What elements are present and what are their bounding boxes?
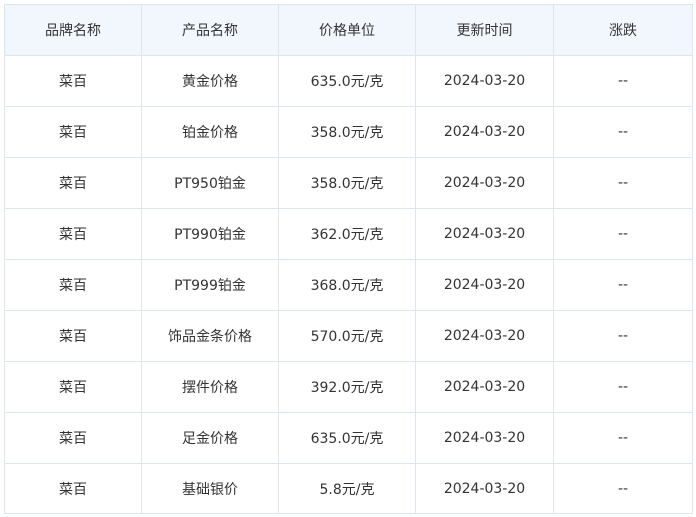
cell-product: 铂金价格: [141, 106, 279, 158]
cell-product: PT990铂金: [141, 208, 279, 260]
cell-date: 2024-03-20: [415, 259, 554, 311]
cell-change: --: [553, 310, 693, 362]
cell-date: 2024-03-20: [415, 157, 554, 209]
cell-change: --: [553, 157, 693, 209]
cell-brand: 菜百: [4, 55, 142, 107]
cell-price: 362.0元/克: [278, 208, 416, 260]
header-product: 产品名称: [141, 4, 279, 56]
cell-brand: 菜百: [4, 463, 142, 514]
cell-change: --: [553, 412, 693, 464]
cell-brand: 菜百: [4, 157, 142, 209]
header-brand: 品牌名称: [4, 4, 142, 56]
cell-date: 2024-03-20: [415, 310, 554, 362]
table-row: 菜百 黄金价格 635.0元/克 2024-03-20 --: [4, 55, 693, 107]
header-update-time: 更新时间: [415, 4, 554, 56]
cell-brand: 菜百: [4, 412, 142, 464]
table-row: 菜百 铂金价格 358.0元/克 2024-03-20 --: [4, 106, 693, 158]
table-row: 菜百 基础银价 5.8元/克 2024-03-20 --: [4, 463, 693, 514]
cell-brand: 菜百: [4, 361, 142, 413]
cell-date: 2024-03-20: [415, 208, 554, 260]
cell-date: 2024-03-20: [415, 55, 554, 107]
cell-price: 635.0元/克: [278, 55, 416, 107]
cell-brand: 菜百: [4, 208, 142, 260]
cell-price: 5.8元/克: [278, 463, 416, 514]
cell-brand: 菜百: [4, 106, 142, 158]
cell-price: 358.0元/克: [278, 157, 416, 209]
header-price-unit: 价格单位: [278, 4, 416, 56]
cell-date: 2024-03-20: [415, 361, 554, 413]
cell-date: 2024-03-20: [415, 463, 554, 514]
cell-brand: 菜百: [4, 310, 142, 362]
cell-price: 368.0元/克: [278, 259, 416, 311]
table-row: 菜百 足金价格 635.0元/克 2024-03-20 --: [4, 412, 693, 464]
cell-product: 黄金价格: [141, 55, 279, 107]
cell-change: --: [553, 463, 693, 514]
cell-date: 2024-03-20: [415, 412, 554, 464]
cell-product: PT999铂金: [141, 259, 279, 311]
table-row: 菜百 PT950铂金 358.0元/克 2024-03-20 --: [4, 157, 693, 209]
table-row: 菜百 PT999铂金 368.0元/克 2024-03-20 --: [4, 259, 693, 311]
price-table-container: 品牌名称 产品名称 价格单位 更新时间 涨跌 菜百 黄金价格 635.0元/克 …: [4, 4, 693, 514]
cell-product: 饰品金条价格: [141, 310, 279, 362]
cell-price: 570.0元/克: [278, 310, 416, 362]
cell-change: --: [553, 259, 693, 311]
table-row: 菜百 饰品金条价格 570.0元/克 2024-03-20 --: [4, 310, 693, 362]
cell-change: --: [553, 361, 693, 413]
cell-change: --: [553, 208, 693, 260]
cell-price: 358.0元/克: [278, 106, 416, 158]
cell-product: 摆件价格: [141, 361, 279, 413]
cell-date: 2024-03-20: [415, 106, 554, 158]
cell-brand: 菜百: [4, 259, 142, 311]
cell-product: 基础银价: [141, 463, 279, 514]
cell-price: 635.0元/克: [278, 412, 416, 464]
table-row: 菜百 PT990铂金 362.0元/克 2024-03-20 --: [4, 208, 693, 260]
cell-product: PT950铂金: [141, 157, 279, 209]
header-change: 涨跌: [553, 4, 693, 56]
table-header-row: 品牌名称 产品名称 价格单位 更新时间 涨跌: [4, 4, 693, 56]
table-row: 菜百 摆件价格 392.0元/克 2024-03-20 --: [4, 361, 693, 413]
price-table: 品牌名称 产品名称 价格单位 更新时间 涨跌 菜百 黄金价格 635.0元/克 …: [4, 4, 693, 514]
cell-change: --: [553, 106, 693, 158]
cell-product: 足金价格: [141, 412, 279, 464]
cell-change: --: [553, 55, 693, 107]
cell-price: 392.0元/克: [278, 361, 416, 413]
